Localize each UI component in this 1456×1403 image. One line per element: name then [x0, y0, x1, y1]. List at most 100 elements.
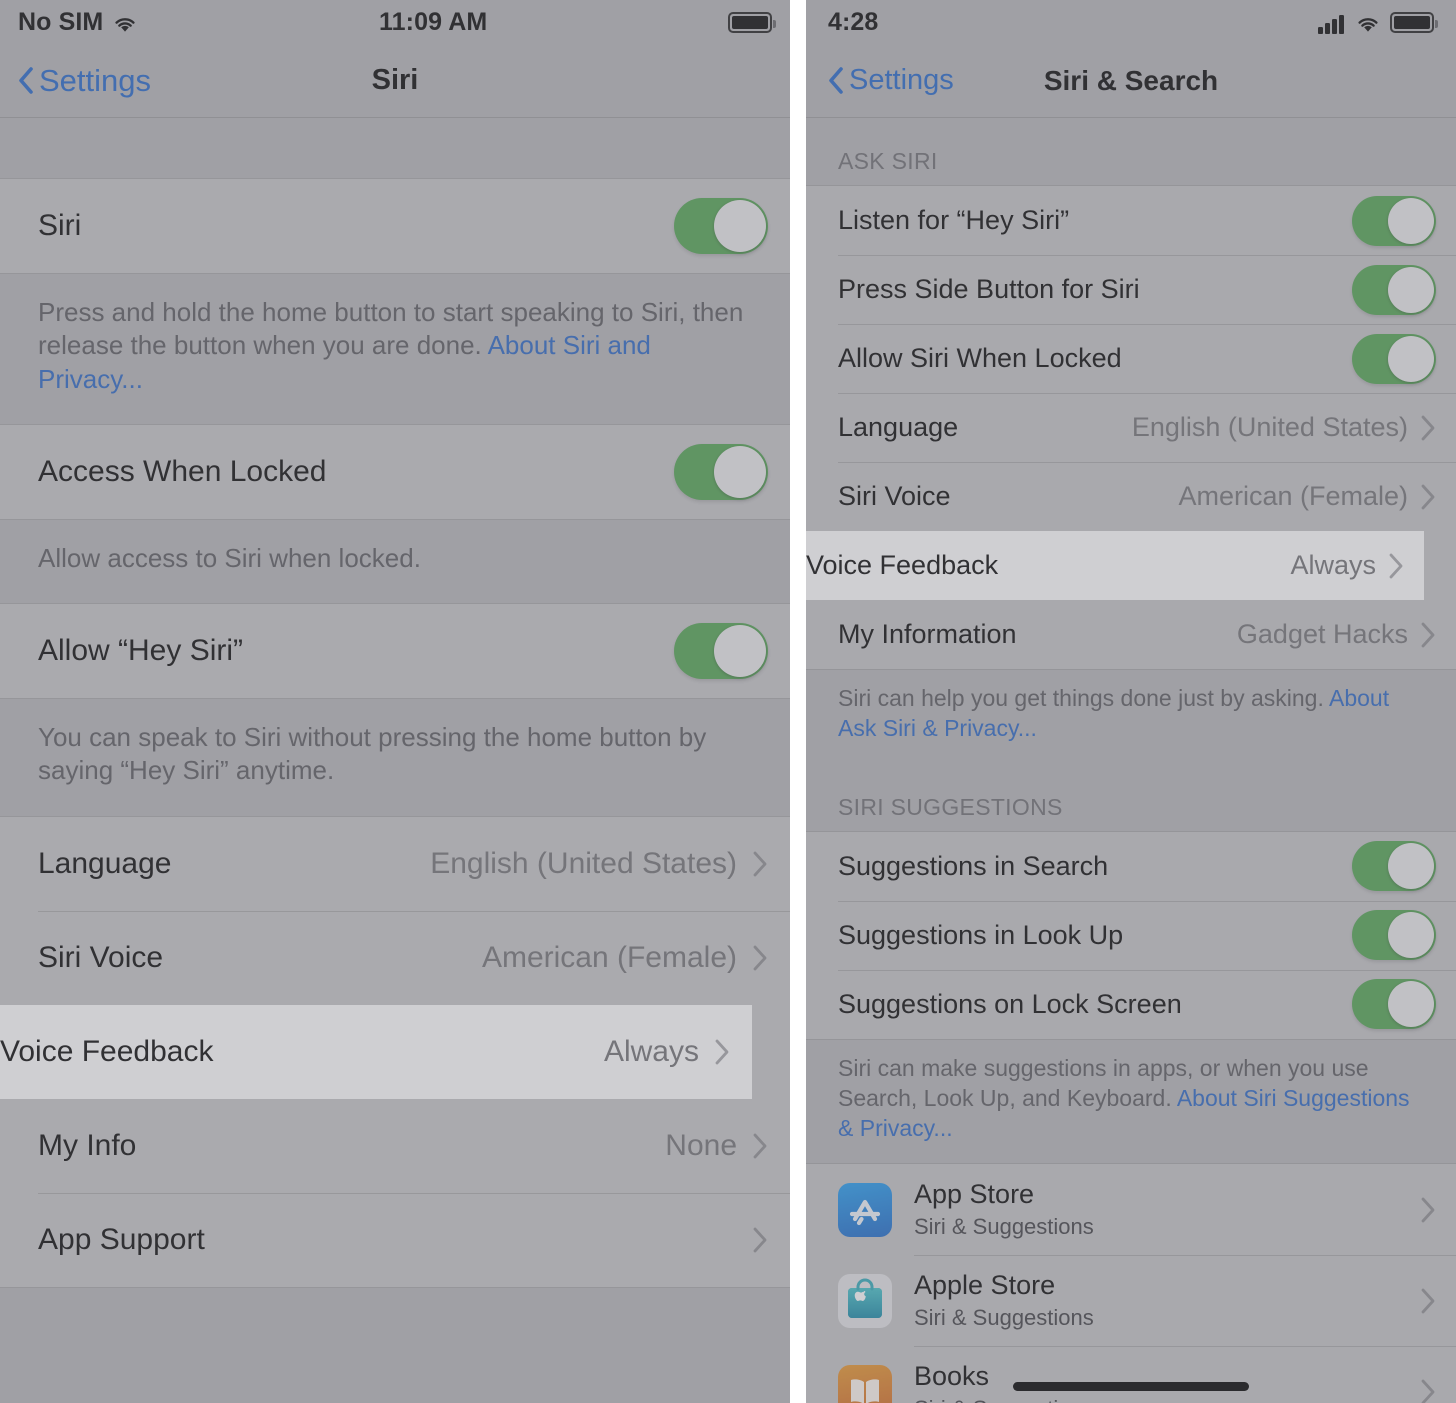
row-allow-siri-when-locked-label: Allow Siri When Locked	[838, 343, 1122, 373]
row-my-information[interactable]: My Information Gadget Hacks	[806, 600, 1456, 669]
app-row-apple-store[interactable]: Apple Store Siri & Suggestions	[806, 1255, 1456, 1346]
row-suggestions-in-look-up[interactable]: Suggestions in Look Up	[806, 900, 1456, 970]
app-row-books[interactable]: Books Siri & Suggestions	[806, 1346, 1456, 1403]
app-row-name: App Store	[914, 1179, 1035, 1210]
chevron-right-icon	[1389, 553, 1403, 578]
app-store-icon	[838, 1182, 892, 1237]
battery-icon	[1390, 11, 1438, 33]
row-voice-feedback[interactable]: Voice Feedback Always	[0, 1004, 752, 1099]
row-siri-voice-label: Siri Voice	[38, 940, 164, 974]
cellular-bars-icon	[1318, 12, 1346, 34]
row-allow-hey-siri-label: Allow “Hey Siri”	[38, 634, 244, 668]
app-row-name: Apple Store	[914, 1270, 1056, 1301]
app-list-group: App Store Siri & Suggestions Apple Store…	[806, 1163, 1456, 1403]
chevron-left-icon	[829, 67, 843, 94]
clock-label: 11:09 AM	[379, 7, 488, 36]
back-button[interactable]: Settings	[0, 63, 151, 99]
row-my-info[interactable]: My Info None	[0, 1099, 790, 1193]
row-app-support[interactable]: App Support	[0, 1192, 790, 1287]
chevron-right-icon	[715, 1039, 729, 1064]
row-language[interactable]: Language English (United States)	[806, 393, 1456, 462]
row-siri-label: Siri	[38, 209, 82, 242]
row-siri-voice[interactable]: Siri Voice American (Female)	[0, 910, 790, 1005]
row-access-when-locked[interactable]: Access When Locked	[0, 425, 790, 519]
row-suggestions-on-lock-screen[interactable]: Suggestions on Lock Screen	[806, 969, 1456, 1039]
row-siri-voice[interactable]: Siri Voice American (Female)	[806, 462, 1456, 531]
books-icon	[838, 1364, 892, 1403]
row-siri-voice-label: Siri Voice	[838, 481, 951, 511]
back-button-label: Settings	[39, 62, 152, 98]
chevron-right-icon	[753, 945, 767, 970]
row-allow-hey-siri[interactable]: Allow “Hey Siri”	[0, 604, 790, 698]
row-app-support-label: App Support	[38, 1222, 205, 1256]
row-voice-feedback-value: Always	[603, 1034, 699, 1068]
app-row-subtitle: Siri & Suggestions	[914, 1304, 1094, 1330]
siri-toggle[interactable]	[674, 198, 768, 254]
hey-siri-group: Allow “Hey Siri”	[0, 603, 790, 700]
chevron-right-icon	[1421, 1379, 1435, 1403]
apple-store-icon	[838, 1273, 892, 1328]
back-button[interactable]: Settings	[806, 64, 954, 97]
row-my-information-label: My Information	[838, 619, 1017, 649]
row-press-side-button[interactable]: Press Side Button for Siri	[806, 255, 1456, 324]
chevron-right-icon	[1421, 1197, 1435, 1223]
wifi-icon	[112, 12, 138, 32]
row-voice-feedback[interactable]: Voice Feedback Always	[806, 531, 1424, 600]
suggestions-on-lock-screen-toggle[interactable]	[1352, 979, 1436, 1030]
row-my-info-label: My Info	[38, 1128, 137, 1162]
right-phone-screen: 4:28 Settings Siri & Search ASK SIRI Lis…	[806, 0, 1456, 1403]
screen-divider	[790, 0, 806, 1403]
back-button-label: Settings	[849, 64, 954, 96]
access-locked-group: Access When Locked	[0, 423, 790, 520]
dual-screenshot-container: No SIM 11:09 AM Settings Siri Siri Press…	[0, 0, 1456, 1403]
ask-siri-footer-body: Siri can help you get things done just b…	[838, 685, 1329, 711]
access-when-locked-toggle[interactable]	[674, 443, 768, 500]
row-press-side-button-label: Press Side Button for Siri	[838, 274, 1140, 304]
row-allow-siri-when-locked[interactable]: Allow Siri When Locked	[806, 324, 1456, 393]
row-language-label: Language	[838, 412, 959, 442]
chevron-right-icon	[1421, 622, 1435, 647]
allow-hey-siri-toggle[interactable]	[674, 623, 768, 680]
app-row-subtitle: Siri & Suggestions	[914, 1213, 1094, 1239]
row-language-value: English (United States)	[1131, 412, 1408, 442]
row-suggestions-in-search[interactable]: Suggestions in Search	[806, 832, 1456, 901]
chevron-right-icon	[753, 1227, 767, 1252]
row-voice-feedback-value: Always	[1290, 550, 1376, 580]
row-listen-for-hey-siri[interactable]: Listen for “Hey Siri”	[806, 186, 1456, 255]
ask-siri-group: Listen for “Hey Siri” Press Side Button …	[806, 185, 1456, 670]
chevron-right-icon	[753, 1133, 767, 1158]
row-siri-voice-value: American (Female)	[1178, 481, 1408, 511]
siri-options-group: Language English (United States) Siri Vo…	[0, 815, 790, 1288]
row-my-information-value: Gadget Hacks	[1236, 619, 1408, 649]
row-my-info-value: None	[665, 1128, 737, 1162]
chevron-right-icon	[753, 851, 767, 876]
row-language-label: Language	[38, 846, 172, 880]
row-language-value: English (United States)	[430, 846, 737, 880]
app-row-name: Books	[914, 1361, 990, 1392]
app-row-subtitle: Siri & Suggestions	[914, 1396, 1094, 1403]
suggestions-in-look-up-toggle[interactable]	[1352, 910, 1436, 961]
home-indicator[interactable]	[1013, 1382, 1249, 1391]
wifi-icon	[1355, 12, 1381, 32]
access-locked-footer: Allow access to Siri when locked.	[0, 519, 790, 604]
allow-siri-when-locked-toggle[interactable]	[1352, 333, 1436, 384]
chevron-right-icon	[1421, 484, 1435, 509]
carrier-label: No SIM	[18, 7, 104, 36]
row-siri[interactable]: Siri	[0, 179, 790, 273]
right-status-bar: 4:28	[806, 0, 1456, 44]
row-suggestions-in-search-label: Suggestions in Search	[838, 850, 1109, 881]
chevron-left-icon	[19, 67, 33, 94]
siri-suggestions-group: Suggestions in Search Suggestions in Loo…	[806, 830, 1456, 1040]
battery-icon	[728, 11, 776, 33]
listen-for-hey-siri-toggle[interactable]	[1352, 195, 1436, 246]
app-row-app-store[interactable]: App Store Siri & Suggestions	[806, 1164, 1456, 1255]
clock-label: 4:28	[828, 7, 879, 36]
left-top-spacer	[0, 118, 790, 178]
suggestions-in-search-toggle[interactable]	[1352, 841, 1436, 892]
row-access-when-locked-label: Access When Locked	[38, 454, 327, 488]
section-header-ask-siri: ASK SIRI	[806, 118, 1456, 185]
left-status-bar: No SIM 11:09 AM	[0, 0, 790, 44]
press-side-button-toggle[interactable]	[1352, 264, 1436, 315]
row-language[interactable]: Language English (United States)	[0, 817, 790, 911]
chevron-right-icon	[1421, 415, 1435, 440]
